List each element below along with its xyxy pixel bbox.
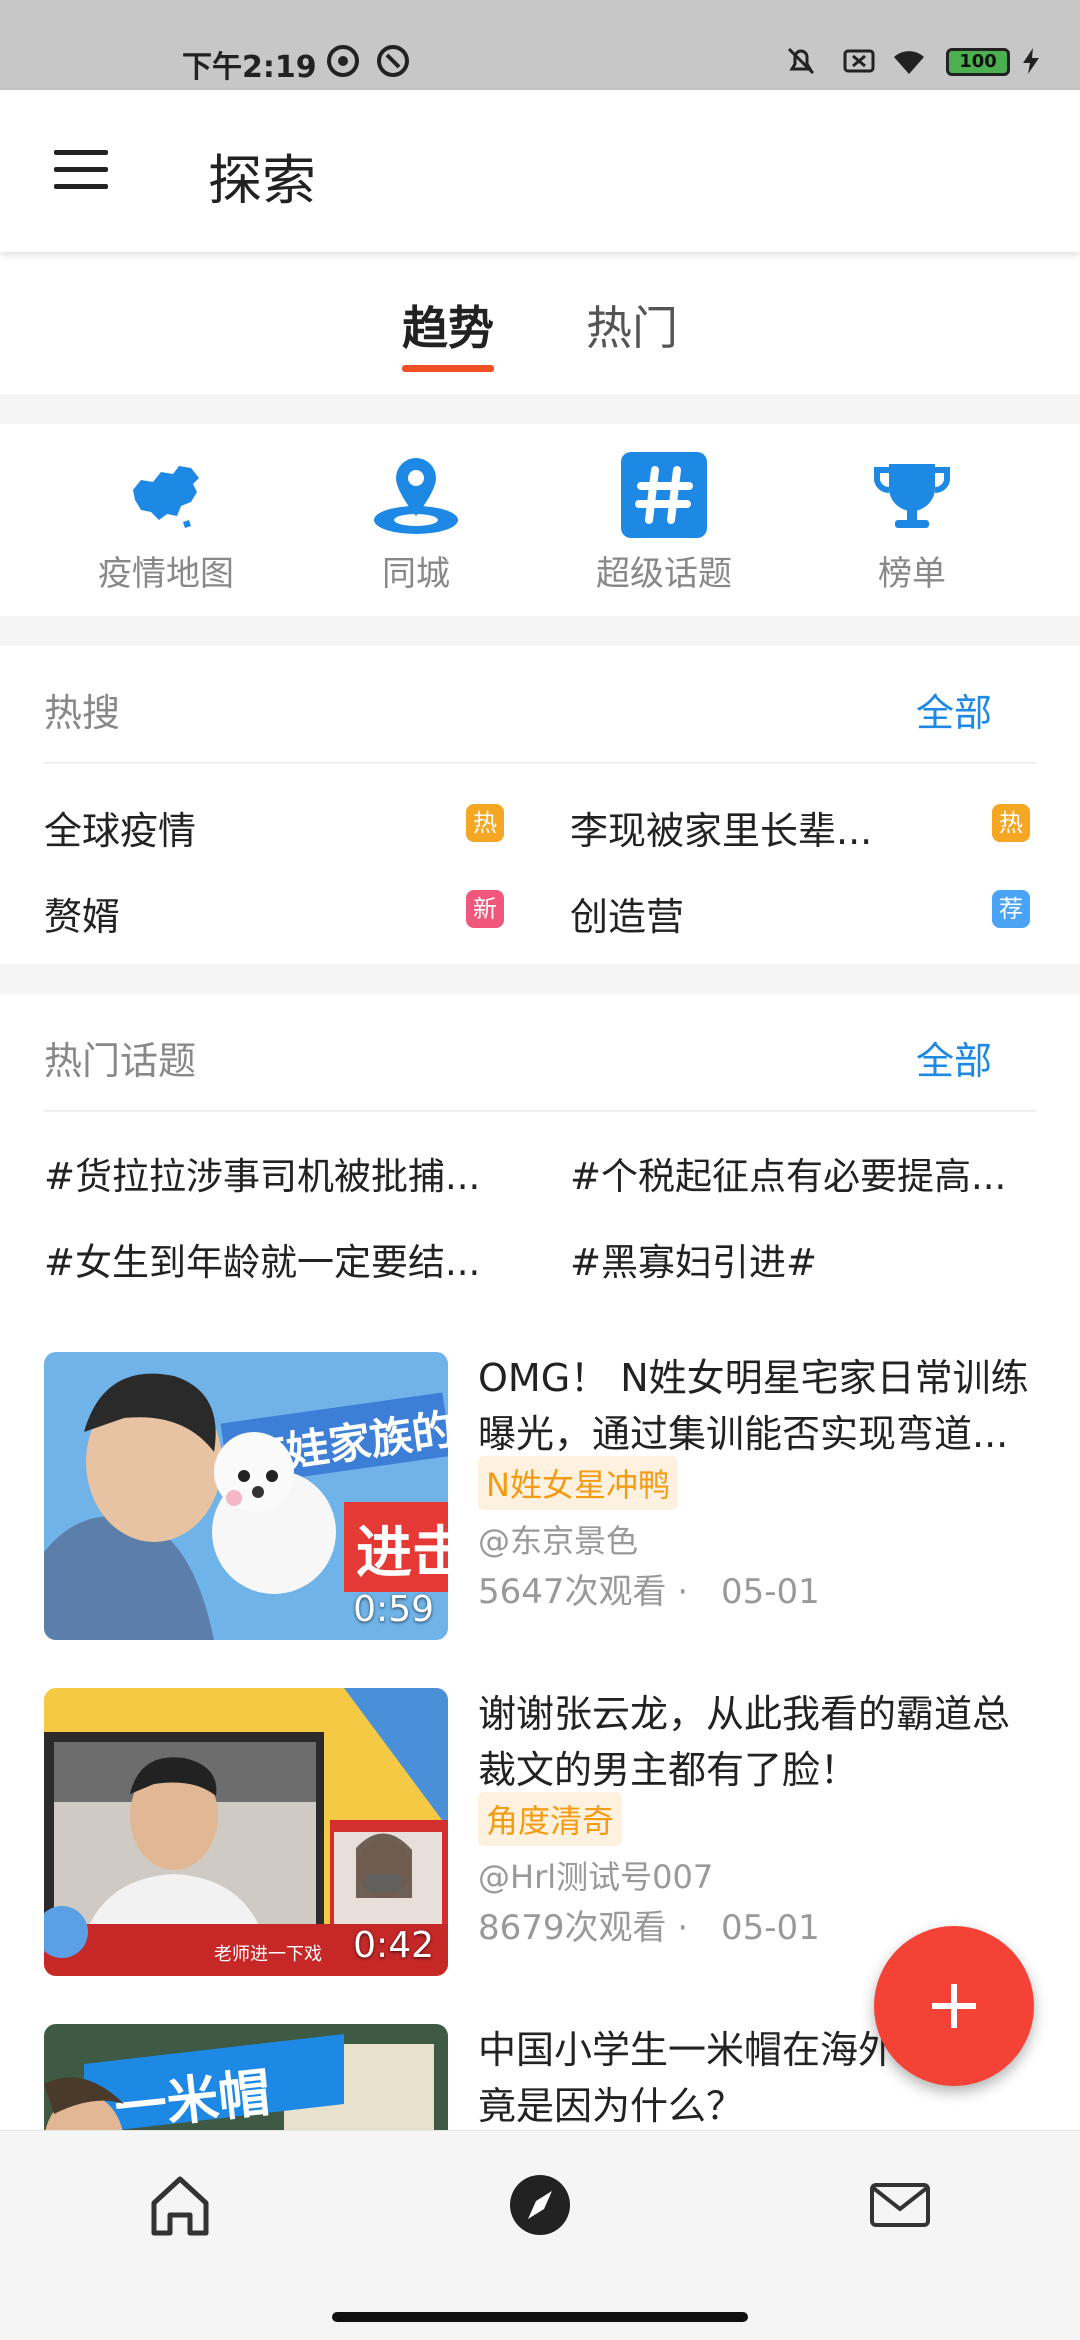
hot-topics-all-link[interactable]: 全部 (916, 1030, 992, 1085)
video-title[interactable]: 谢谢张云龙，从此我看的霸道总裁文的男主都有了脸！ (478, 1686, 1038, 1798)
page-title: 探索 (208, 149, 316, 212)
trophy-icon (874, 464, 950, 528)
quick-item-super-topic[interactable]: 超级话题 (564, 450, 764, 595)
video-title[interactable]: OMG！ N姓女明星宅家日常训练曝光，通过集训能否实现弯道... (478, 1350, 1038, 1462)
thumb-red-text: 进击 (356, 1521, 448, 1586)
video-author[interactable]: @Hrl测试号007 (478, 1852, 713, 1898)
gesture-bar (332, 2312, 748, 2322)
no-sim-icon (843, 49, 875, 73)
home-icon[interactable] (140, 2165, 220, 2245)
discover-compass-icon[interactable] (500, 2165, 580, 2245)
video-tag[interactable]: 角度清奇 (478, 1792, 623, 1846)
wifi-icon (894, 51, 924, 74)
app-notification-icon-2 (377, 45, 409, 77)
thumbnail-image: 一米帽 (44, 2024, 448, 2130)
active-tab-indicator (402, 365, 494, 372)
hashtag-icon (621, 452, 707, 538)
view-count: 5647次观看 · (478, 1572, 689, 1612)
video-date: 05-01 (720, 1908, 820, 1948)
battery-level: 100 (959, 51, 997, 72)
menu-icon[interactable] (54, 150, 108, 190)
video-thumbnail[interactable]: 奈娃家族的 进击 0:59 (44, 1352, 448, 1640)
divider (44, 762, 1036, 764)
tab-bar: 趋势 热门 (0, 252, 1080, 394)
new-badge: 新 (466, 890, 504, 928)
hot-badge: 热 (992, 804, 1030, 842)
battery-indicator: 100 (946, 48, 1010, 76)
hot-search-item[interactable]: 赘婿 新 (44, 878, 504, 939)
app-bar: 探索 (0, 90, 1080, 252)
screen: 下午2:19 100 探索 趋势 热门 疫情地图 同城 超级话题 榜单 热搜 全… (0, 0, 1080, 2340)
video-thumbnail[interactable]: 老师进一下戏 0:42 (44, 1688, 448, 1976)
video-card[interactable]: 奈娃家族的 进击 0:59 OMG！ N姓女明星宅家日常训练曝光，通过集训能否实… (0, 1316, 1080, 1640)
tab-hot[interactable]: 热门 (586, 292, 678, 358)
charging-icon (1023, 48, 1039, 74)
topic-item[interactable]: #女生到年龄就一定要结... (44, 1232, 480, 1286)
recommend-badge: 荐 (992, 890, 1030, 928)
tab-trend[interactable]: 趋势 (402, 292, 494, 358)
topic-item[interactable]: #个税起征点有必要提高... (570, 1146, 1006, 1200)
video-author[interactable]: @东京景色 (478, 1516, 638, 1562)
mail-icon[interactable] (860, 2165, 940, 2245)
quick-item-epidemic-map[interactable]: 疫情地图 (66, 450, 266, 595)
quick-label: 超级话题 (596, 554, 732, 594)
hot-search-item[interactable]: 创造营 荐 (570, 878, 1030, 939)
hot-search-title: 热搜 (44, 691, 121, 735)
topic-item[interactable]: #货拉拉涉事司机被批捕... (44, 1146, 480, 1200)
video-duration: 0:42 (353, 1925, 434, 1966)
view-count: 8679次观看 · (478, 1908, 689, 1948)
hot-search-text: 李现被家里长辈... (570, 809, 873, 853)
thumb-caption-text: 老师进一下戏 (214, 1944, 322, 1965)
quick-entries: 疫情地图 同城 超级话题 榜单 (0, 424, 1080, 616)
status-time: 下午2:19 (182, 50, 317, 85)
hot-search-item[interactable]: 李现被家里长辈... 热 (570, 792, 1030, 853)
hot-search-section: 热搜 全部 全球疫情 热 李现被家里长辈... 热 赘婿 新 创造营 荐 (0, 646, 1080, 964)
video-meta: 8679次观看 · 05-01 (478, 1900, 820, 1949)
hot-search-text: 全球疫情 (44, 809, 197, 853)
hot-search-text: 创造营 (570, 895, 685, 939)
hot-search-text: 赘婿 (44, 895, 121, 939)
hot-search-item[interactable]: 全球疫情 热 (44, 792, 504, 853)
add-button[interactable] (874, 1926, 1034, 2086)
video-meta: 5647次观看 · 05-01 (478, 1564, 820, 1613)
video-date: 05-01 (720, 1572, 820, 1612)
video-card[interactable]: 老师进一下戏 0:42 谢谢张云龙，从此我看的霸道总裁文的男主都有了脸！ 角度清… (0, 1652, 1080, 1976)
video-tag[interactable]: N姓女星冲鸭 (478, 1456, 678, 1510)
app-notification-icon (327, 45, 359, 77)
topic-item[interactable]: #黑寡妇引进# (570, 1232, 817, 1286)
hot-topics-title: 热门话题 (44, 1039, 197, 1083)
hot-badge: 热 (466, 804, 504, 842)
silent-bell-icon (787, 47, 815, 75)
hot-topics-section: 热门话题 全部 #货拉拉涉事司机被批捕... #个税起征点有必要提高... #女… (0, 994, 1080, 1316)
china-map-icon (133, 466, 199, 528)
quick-label: 榜单 (878, 554, 946, 594)
video-thumbnail[interactable]: 一米帽 (44, 2024, 448, 2130)
hot-search-all-link[interactable]: 全部 (916, 682, 992, 737)
video-duration: 0:59 (353, 1589, 434, 1630)
quick-label: 疫情地图 (98, 554, 234, 594)
bottom-navigation (0, 2130, 1080, 2292)
location-pin-icon (374, 458, 458, 534)
divider (44, 1110, 1036, 1112)
quick-item-ranking[interactable]: 榜单 (812, 450, 1012, 595)
quick-item-same-city[interactable]: 同城 (316, 450, 516, 595)
status-bar: 下午2:19 100 (0, 0, 1080, 90)
quick-label: 同城 (382, 554, 450, 594)
